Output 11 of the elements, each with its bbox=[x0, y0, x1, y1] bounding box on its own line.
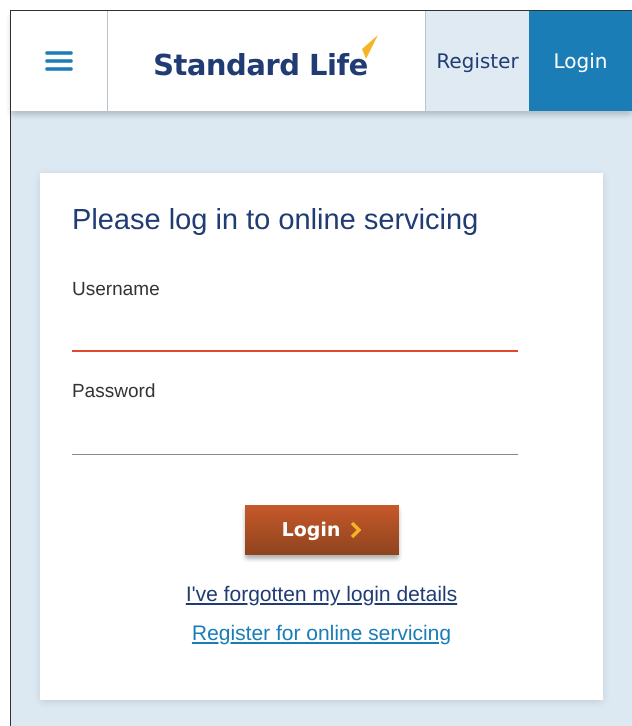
menu-icon[interactable] bbox=[44, 51, 73, 71]
link[interactable]: Register for online servicing bbox=[192, 618, 452, 650]
nav-tab[interactable]: Login bbox=[529, 11, 632, 111]
chevron-icon bbox=[350, 520, 362, 539]
nav-tab[interactable]: Register bbox=[426, 11, 529, 111]
login-button[interactable]: Login bbox=[244, 504, 398, 555]
logo-text[interactable]: Standard Life bbox=[153, 44, 368, 87]
field-label: Username bbox=[72, 278, 161, 302]
link[interactable]: I've forgotten my login details bbox=[186, 578, 458, 610]
form-title: Please log in to online servicing bbox=[72, 203, 480, 238]
field-label: Password bbox=[72, 380, 156, 404]
